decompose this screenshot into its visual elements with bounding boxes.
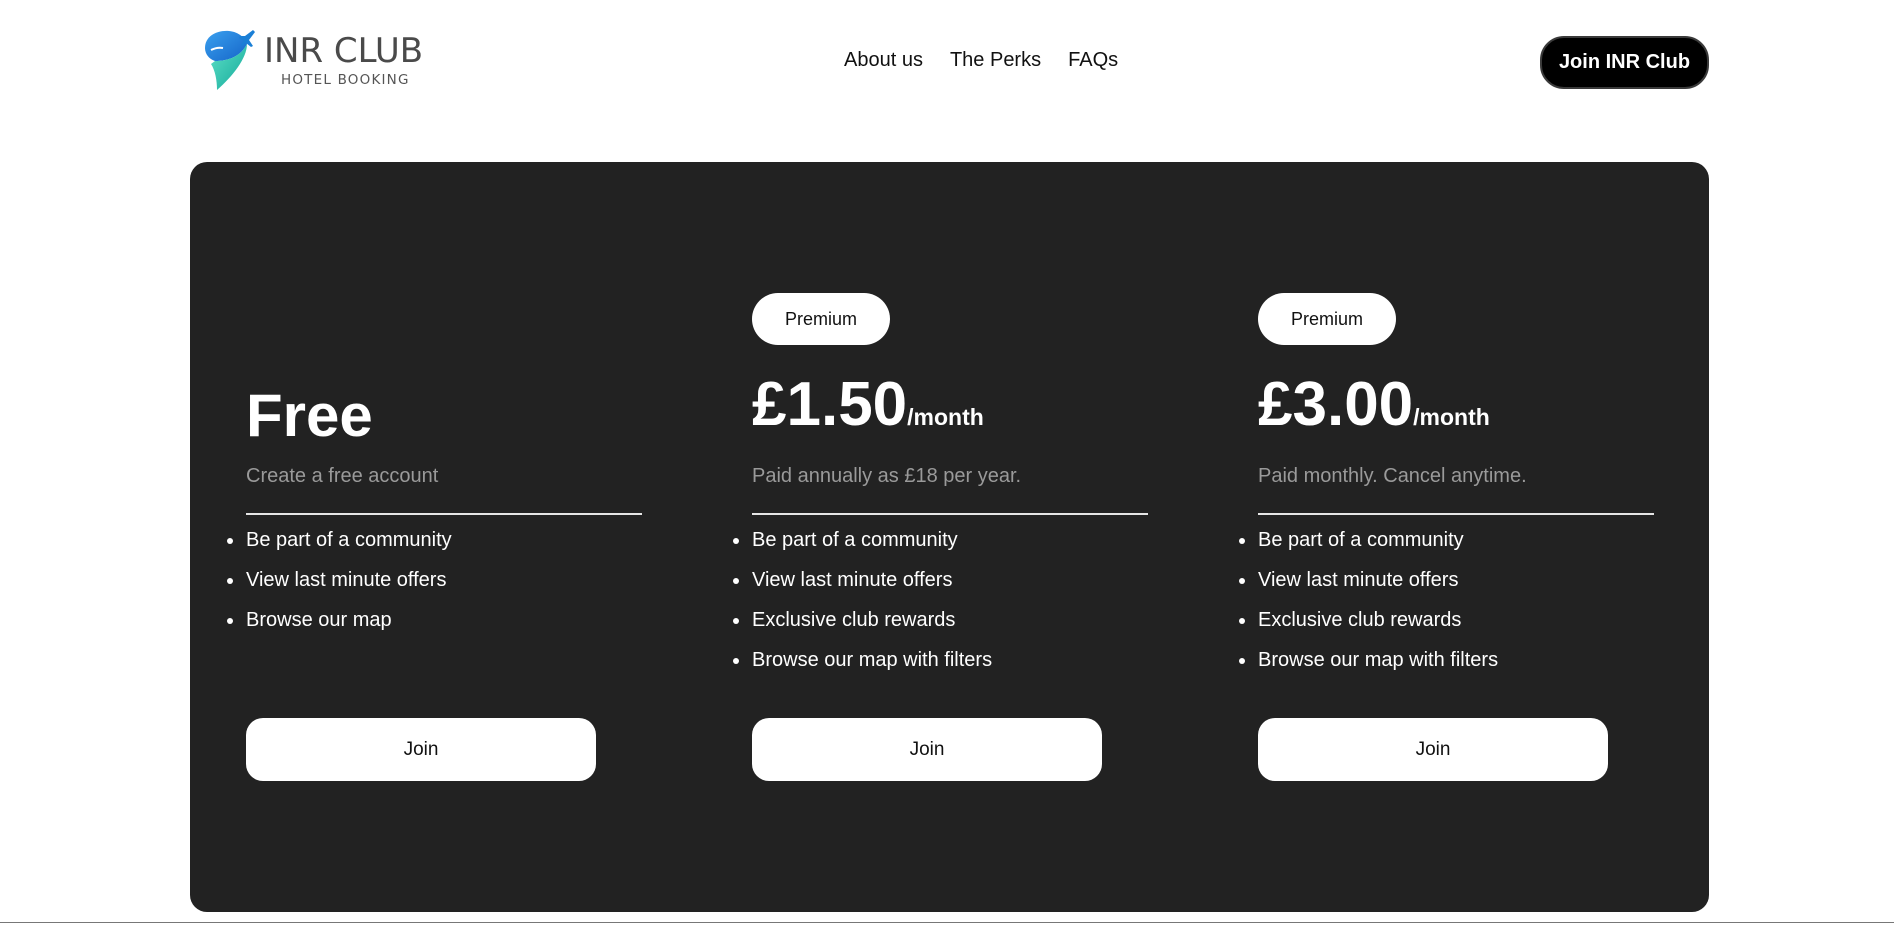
join-free-button[interactable]: Join — [246, 718, 596, 781]
nav-link-about-us[interactable]: About us — [844, 48, 923, 72]
page-bottom-divider — [0, 922, 1894, 923]
feature-item: Be part of a community — [1238, 520, 1498, 560]
premium-badge: Premium — [752, 293, 890, 345]
plan-divider — [246, 513, 642, 515]
feature-list: Be part of a community View last minute … — [732, 520, 992, 680]
join-inr-club-button[interactable]: Join INR Club — [1540, 36, 1709, 89]
plan-description: Paid annually as £18 per year. — [752, 465, 1022, 487]
plan-divider — [752, 513, 1148, 515]
feature-item: Be part of a community — [227, 520, 452, 560]
page: INR CLUB HOTEL BOOKING About us The Perk… — [0, 0, 1894, 925]
pricing-panel: Free Create a free account Be part of a … — [190, 162, 1709, 912]
price-period: /month — [907, 404, 984, 430]
logo-title: INR CLUB — [264, 31, 424, 71]
premium-badge: Premium — [1258, 293, 1396, 345]
price-amount: £1.50 — [752, 370, 908, 439]
feature-item: Exclusive club rewards — [732, 600, 992, 640]
main-nav: About us The Perks FAQs — [844, 48, 1118, 72]
join-premium-monthly-button[interactable]: Join — [1258, 718, 1608, 781]
plan-description: Paid monthly. Cancel anytime. — [1258, 465, 1527, 487]
nav-link-the-perks[interactable]: The Perks — [950, 48, 1041, 72]
price-amount: £3.00 — [1258, 370, 1414, 439]
feature-item: Browse our map with filters — [732, 640, 992, 680]
plan-price: £3.00/month — [1258, 368, 1490, 442]
join-premium-annual-button[interactable]: Join — [752, 718, 1102, 781]
feature-item: View last minute offers — [732, 560, 992, 600]
site-logo[interactable]: INR CLUB HOTEL BOOKING — [201, 26, 423, 96]
feature-list: Be part of a community View last minute … — [227, 520, 452, 640]
price-period: /month — [1413, 404, 1490, 430]
plan-card-premium-annual: Premium £1.50/month Paid annually as £18… — [732, 162, 1148, 912]
plan-card-premium-monthly: Premium £3.00/month Paid monthly. Cancel… — [1238, 162, 1654, 912]
map-pin-plane-logo-icon — [205, 30, 255, 90]
logo-subtitle: HOTEL BOOKING — [281, 72, 410, 88]
site-header: INR CLUB HOTEL BOOKING About us The Perk… — [0, 0, 1894, 125]
feature-item: View last minute offers — [1238, 560, 1498, 600]
feature-item: Exclusive club rewards — [1238, 600, 1498, 640]
plan-divider — [1258, 513, 1654, 515]
plan-title: Free — [246, 382, 373, 449]
feature-item: Browse our map with filters — [1238, 640, 1498, 680]
nav-link-faqs[interactable]: FAQs — [1068, 48, 1118, 72]
feature-item: Browse our map — [227, 600, 452, 640]
feature-item: Be part of a community — [732, 520, 992, 560]
feature-list: Be part of a community View last minute … — [1238, 520, 1498, 680]
plan-price: £1.50/month — [752, 368, 984, 442]
plan-description: Create a free account — [246, 465, 439, 487]
feature-item: View last minute offers — [227, 560, 452, 600]
plan-card-free: Free Create a free account Be part of a … — [227, 162, 642, 912]
